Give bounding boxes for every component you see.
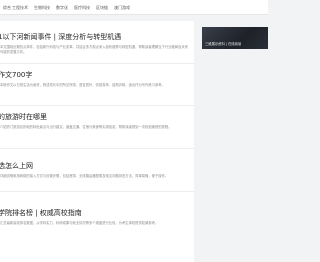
list-item: 的旅游时在哪里 介绍热门旅游目的地的特色景点与出行建议，涵盖交通、住宿与美食等实…: [0, 113, 194, 130]
article-title-link[interactable]: 作文700字: [0, 71, 194, 80]
article-title-link[interactable]: 的旅游时在哪里: [0, 113, 194, 122]
article-summary: 详细说明家用网络的接入方式与设置步骤，包括宽带、无线路由器配置及常见问题排查方法…: [0, 174, 169, 178]
article-list: 1以下河新闻事件 | 深度分析与转型机遇 本文围绕近期热点事件，包括新兴科技与产…: [0, 21, 194, 262]
article-title-link[interactable]: 1以下河新闻事件 | 深度分析与转型机遇: [0, 33, 194, 42]
nav-item-home[interactable]: 综合: [0, 0, 11, 14]
nav-item-medical[interactable]: 医疗科技: [71, 0, 93, 14]
article-summary: 汇总最新高校排名数据，从学科实力、科研成果与就业情况等多个维度进行比较，为考生择…: [0, 221, 159, 225]
article-summary: 本文围绕近期热点事件，包括新兴科技与产业变革，并结合多方观点深入剖析趋势与转型机…: [0, 45, 188, 55]
divider: [0, 148, 194, 149]
article-title-link[interactable]: 学院排名榜 | 权威高校指南: [0, 209, 194, 218]
nav-item-engineering[interactable]: 工程技术: [9, 0, 31, 14]
nav-item-digital[interactable]: 数字化: [53, 0, 71, 14]
nav-item-games[interactable]: 澳门游戏: [111, 0, 133, 14]
divider: [0, 105, 194, 106]
list-item: 1以下河新闻事件 | 深度分析与转型机遇 本文围绕近期热点事件，包括新兴科技与产…: [0, 33, 194, 55]
article-summary: 本篇作文以日常生活为素材，叙述成长中的所见所感，语言质朴、情感真挚，结构清晰，适…: [0, 83, 165, 87]
top-navigation: 综合 工程技术 生物科技 数字化 医疗科技 区块链 澳门游戏: [0, 0, 268, 15]
article-summary: 介绍热门旅游目的地的特色景点与出行建议，涵盖交通、住宿与美食等实用信息，帮助读者…: [0, 125, 172, 129]
banner-caption: 三维展示资料 | 在线阅读: [205, 42, 242, 46]
nav-item-blockchain[interactable]: 区块链: [93, 0, 111, 14]
list-item: 学院排名榜 | 权威高校指南 汇总最新高校排名数据，从学科实力、科研成果与就业情…: [0, 209, 194, 226]
list-item: 作文700字 本篇作文以日常生活为素材，叙述成长中的所见所感，语言质朴、情感真挚…: [0, 71, 194, 88]
divider: [0, 191, 194, 192]
article-title-link[interactable]: 选怎么上网: [0, 162, 194, 171]
sidebar-banner[interactable]: 三维展示资料 | 在线阅读: [202, 27, 268, 49]
nav-item-biotech[interactable]: 生物科技: [31, 0, 53, 14]
list-item: 选怎么上网 详细说明家用网络的接入方式与设置步骤，包括宽带、无线路由器配置及常见…: [0, 162, 194, 179]
divider: [0, 63, 194, 64]
